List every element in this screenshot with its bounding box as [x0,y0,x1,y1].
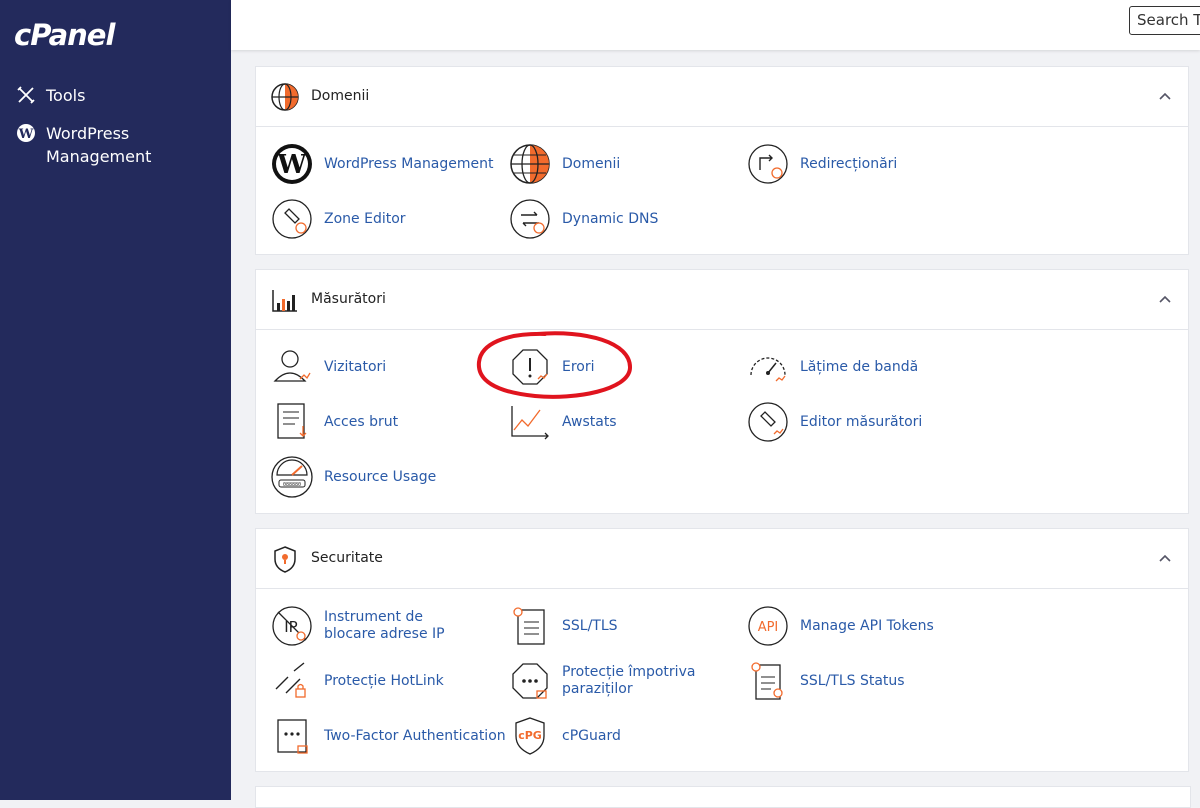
tool-label: Zone Editor [324,210,406,227]
tool-label: Editor măsurători [800,413,923,430]
hotlink-icon [275,662,306,698]
tool-bandwidth[interactable]: Lățime de bandă [746,345,918,389]
errors-icon [512,349,548,385]
tool-label: WordPress Management [324,155,494,172]
ssl-icon [513,607,545,645]
zone-editor-icon [272,199,312,239]
tool-label: Erori [562,358,595,375]
tool-resource-usage[interactable]: 088880 Resource Usage [270,455,436,499]
tool-errors[interactable]: Erori [508,345,595,389]
section-title: Securitate [311,550,383,566]
tools-icon [16,84,36,106]
tool-awstats[interactable]: Awstats [508,400,617,444]
tool-domains[interactable]: Domenii [508,142,620,186]
shield-icon [274,546,296,573]
next-section-header [255,786,1191,808]
sidebar: cPanel Tools W WordPress Management [0,0,231,800]
chevron-up-icon[interactable] [1158,292,1172,306]
tool-metrics-editor[interactable]: Editor măsurători [746,400,922,444]
sidebar-item-tools[interactable]: Tools [16,84,176,107]
section-security: Securitate IP Instrument de blocare adre… [255,528,1189,772]
wordpress-icon: W [16,122,36,144]
tool-visitors[interactable]: Vizitatori [270,345,386,389]
top-bar: Search Tools [231,0,1200,50]
raw-access-icon [277,403,307,439]
tool-ssl-tls[interactable]: SSL/TLS [508,604,618,648]
tool-label: Domenii [562,155,621,172]
tool-dynamic-dns[interactable]: Dynamic DNS [508,197,658,241]
tool-two-factor[interactable]: Two-Factor Authentication [270,714,506,758]
sidebar-item-wordpress[interactable]: W WordPress Management [16,122,176,168]
tool-wordpress-management[interactable]: W WordPress Management [270,142,494,186]
tool-label: Two-Factor Authentication [324,727,506,744]
bar-chart-icon [272,290,297,312]
svg-text:API: API [758,620,779,635]
tool-cpguard[interactable]: cPG cPGuard [508,714,621,758]
tool-label: SSL/TLS Status [800,672,905,689]
svg-text:cPG: cPG [518,729,542,742]
tool-label: Protecție împotriva paraziților [562,664,696,697]
tool-label: Acces brut [324,413,399,430]
tool-label: SSL/TLS [562,617,618,634]
section-metrics: Măsurători Vizitatori Erori Lățime de ba… [255,269,1189,514]
tool-hotlink-protection[interactable]: Protecție HotLink [270,659,444,703]
tool-raw-access[interactable]: Acces brut [270,400,398,444]
chevron-up-icon[interactable] [1158,551,1172,565]
tool-label: Manage API Tokens [800,617,934,634]
awstats-icon [511,406,549,440]
dynamic-dns-icon [510,199,550,239]
bandwidth-icon [750,357,786,382]
section-title: Domenii [311,88,370,104]
chevron-up-icon[interactable] [1158,89,1172,103]
visitors-icon [273,350,311,382]
cpguard-icon: cPG [515,717,545,755]
tool-leech-protection[interactable]: Protecție împotriva paraziților [508,659,702,703]
tool-label: Lățime de bandă [800,358,919,375]
svg-text:W: W [18,127,34,142]
section-domains: Domenii W WordPress Management Domenii R… [255,66,1189,255]
sidebar-item-label: WordPress Management [46,124,152,166]
section-header[interactable]: Securitate [256,529,1188,589]
tool-label: Awstats [562,413,617,430]
cpanel-logo[interactable]: cPanel [14,18,115,52]
tool-ssl-tls-status[interactable]: SSL/TLS Status [746,659,905,703]
ssl-status-icon [751,662,783,700]
globe-icon [510,144,550,184]
section-title: Măsurători [311,291,386,307]
tool-label: cPGuard [562,727,621,744]
metrics-editor-icon [748,402,788,442]
globe-icon [271,83,299,111]
tool-label: Dynamic DNS [562,210,659,227]
svg-text:W: W [276,150,307,180]
tool-label: Protecție HotLink [324,672,444,689]
sidebar-item-label: Tools [46,86,86,105]
api-icon: API [748,606,788,646]
tool-redirects[interactable]: Redirecționări [746,142,897,186]
section-header[interactable]: Măsurători [256,270,1188,330]
tool-zone-editor[interactable]: Zone Editor [270,197,406,241]
tool-ip-blocker[interactable]: IP Instrument de blocare adrese IP [270,604,474,648]
two-factor-icon [277,719,308,754]
leech-protect-icon [512,663,548,699]
tool-label: Instrument de blocare adrese IP [324,609,445,642]
section-header[interactable]: Domenii [256,67,1188,127]
resource-usage-icon: 088880 [271,456,313,498]
svg-text:088880: 088880 [283,482,301,488]
tool-label: Resource Usage [324,468,437,485]
search-input[interactable]: Search Tools [1129,6,1200,35]
redirect-icon [748,144,788,184]
wordpress-icon: W [272,144,312,184]
svg-text:IP: IP [284,618,297,636]
tool-label: Vizitatori [324,358,387,375]
tool-label: Redirecționări [800,155,898,172]
tool-api-tokens[interactable]: API Manage API Tokens [746,604,934,648]
ip-blocker-icon: IP [272,606,312,646]
